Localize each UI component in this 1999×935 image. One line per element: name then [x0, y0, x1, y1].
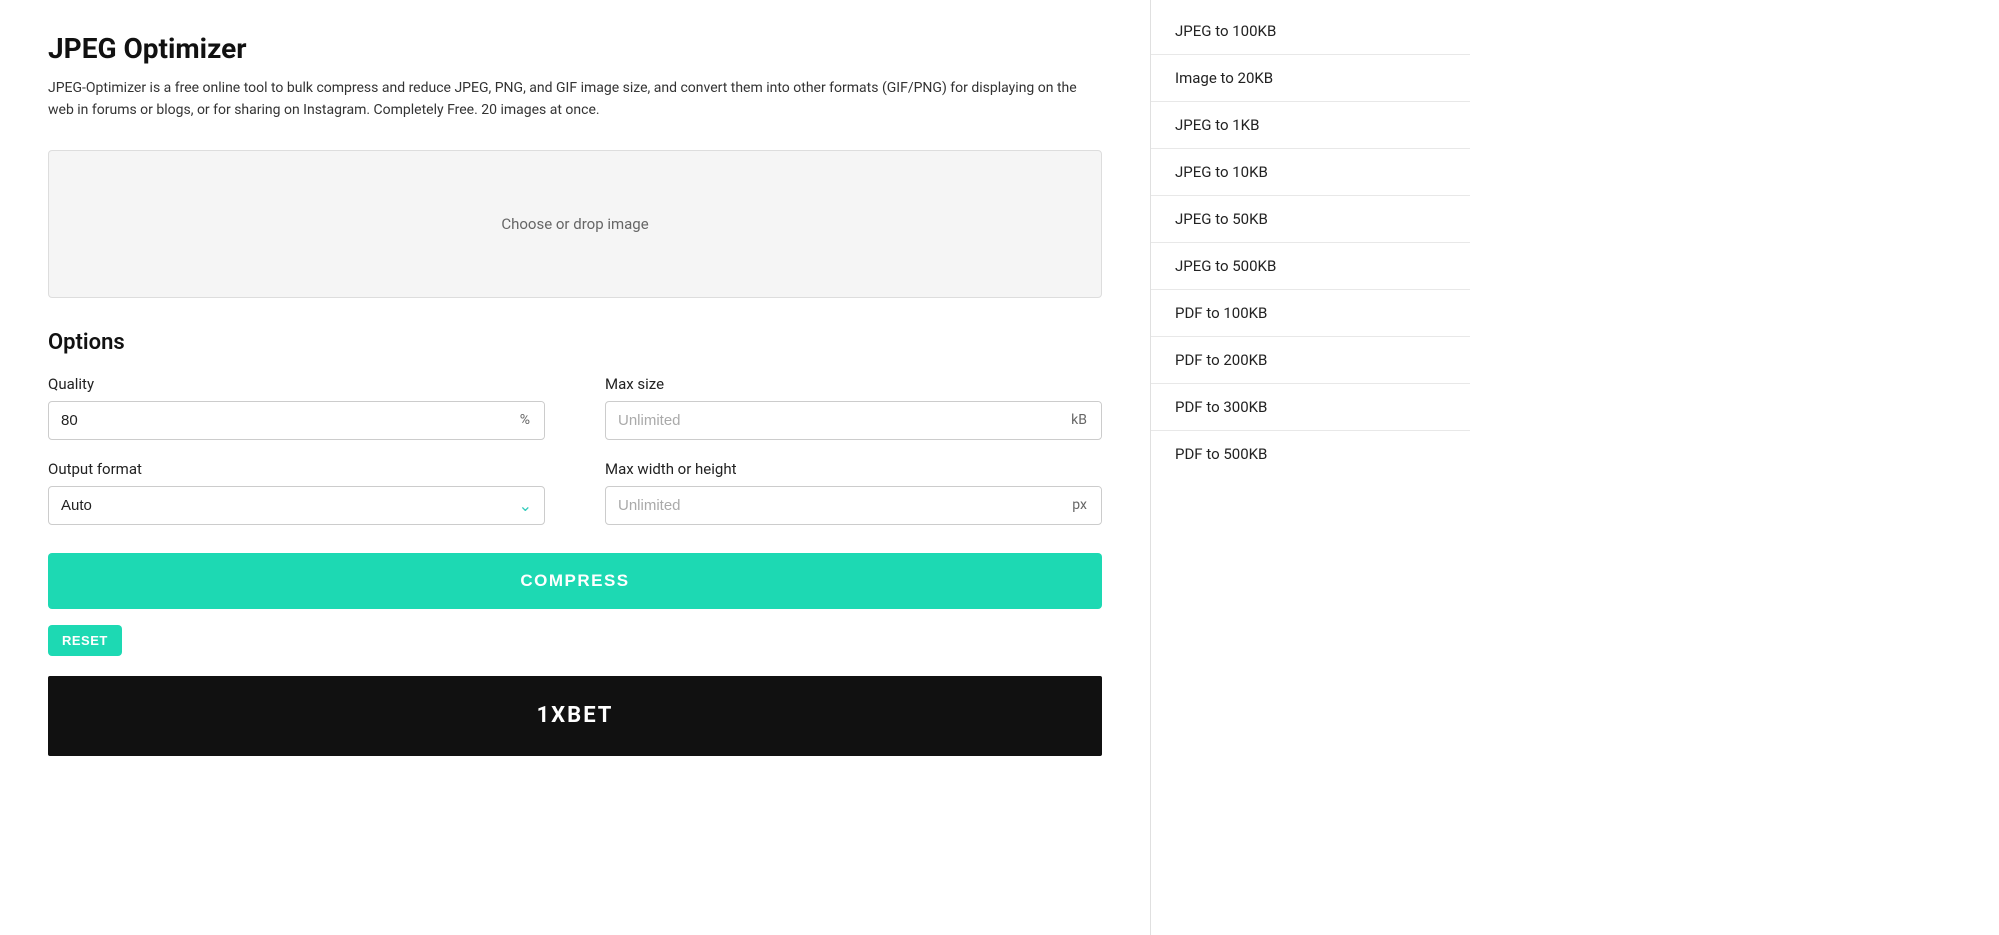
sidebar-link[interactable]: PDF to 200KB [1151, 337, 1470, 384]
max-size-input-wrapper: kB [605, 401, 1102, 440]
max-size-input[interactable] [606, 402, 1057, 439]
quality-unit: % [506, 402, 544, 438]
sidebar-link[interactable]: PDF to 300KB [1151, 384, 1470, 431]
compress-button[interactable]: COMPRESS [48, 553, 1102, 609]
options-grid: Quality % Max size kB Output format Auto… [48, 375, 1102, 525]
quality-input-wrapper: % [48, 401, 545, 440]
drop-zone[interactable]: Choose or drop image [48, 150, 1102, 298]
sidebar-link[interactable]: PDF to 500KB [1151, 431, 1470, 477]
ad-banner: 1XBET [48, 676, 1102, 756]
reset-button[interactable]: RESET [48, 625, 122, 656]
max-dimension-label: Max width or height [605, 460, 1102, 478]
max-size-label: Max size [605, 375, 1102, 393]
options-title: Options [48, 330, 1102, 355]
quality-label: Quality [48, 375, 545, 393]
sidebar-link[interactable]: JPEG to 500KB [1151, 243, 1470, 290]
output-format-group: Output format Auto JPEG PNG GIF WebP ⌄ [48, 460, 545, 525]
page-description: JPEG-Optimizer is a free online tool to … [48, 77, 1102, 122]
max-size-group: Max size kB [605, 375, 1102, 440]
sidebar: JPEG to 100KBImage to 20KBJPEG to 1KBJPE… [1150, 0, 1470, 935]
sidebar-link[interactable]: JPEG to 100KB [1151, 8, 1470, 55]
output-format-label: Output format [48, 460, 545, 478]
quality-input[interactable] [49, 402, 506, 439]
output-format-select-wrapper: Auto JPEG PNG GIF WebP ⌄ [48, 486, 545, 525]
ad-banner-text: 1XBET [537, 703, 614, 728]
max-dimension-input[interactable] [606, 487, 1058, 524]
max-size-unit: kB [1057, 402, 1101, 438]
sidebar-link[interactable]: Image to 20KB [1151, 55, 1470, 102]
page-title: JPEG Optimizer [48, 32, 1102, 65]
drop-zone-label: Choose or drop image [501, 215, 648, 233]
sidebar-link[interactable]: JPEG to 10KB [1151, 149, 1470, 196]
output-format-select[interactable]: Auto JPEG PNG GIF WebP [49, 487, 544, 524]
sidebar-link[interactable]: JPEG to 50KB [1151, 196, 1470, 243]
max-dimension-unit: px [1058, 487, 1101, 523]
quality-group: Quality % [48, 375, 545, 440]
sidebar-link[interactable]: PDF to 100KB [1151, 290, 1470, 337]
max-dimension-group: Max width or height px [605, 460, 1102, 525]
sidebar-link[interactable]: JPEG to 1KB [1151, 102, 1470, 149]
max-dimension-input-wrapper: px [605, 486, 1102, 525]
main-content: JPEG Optimizer JPEG-Optimizer is a free … [0, 0, 1150, 935]
